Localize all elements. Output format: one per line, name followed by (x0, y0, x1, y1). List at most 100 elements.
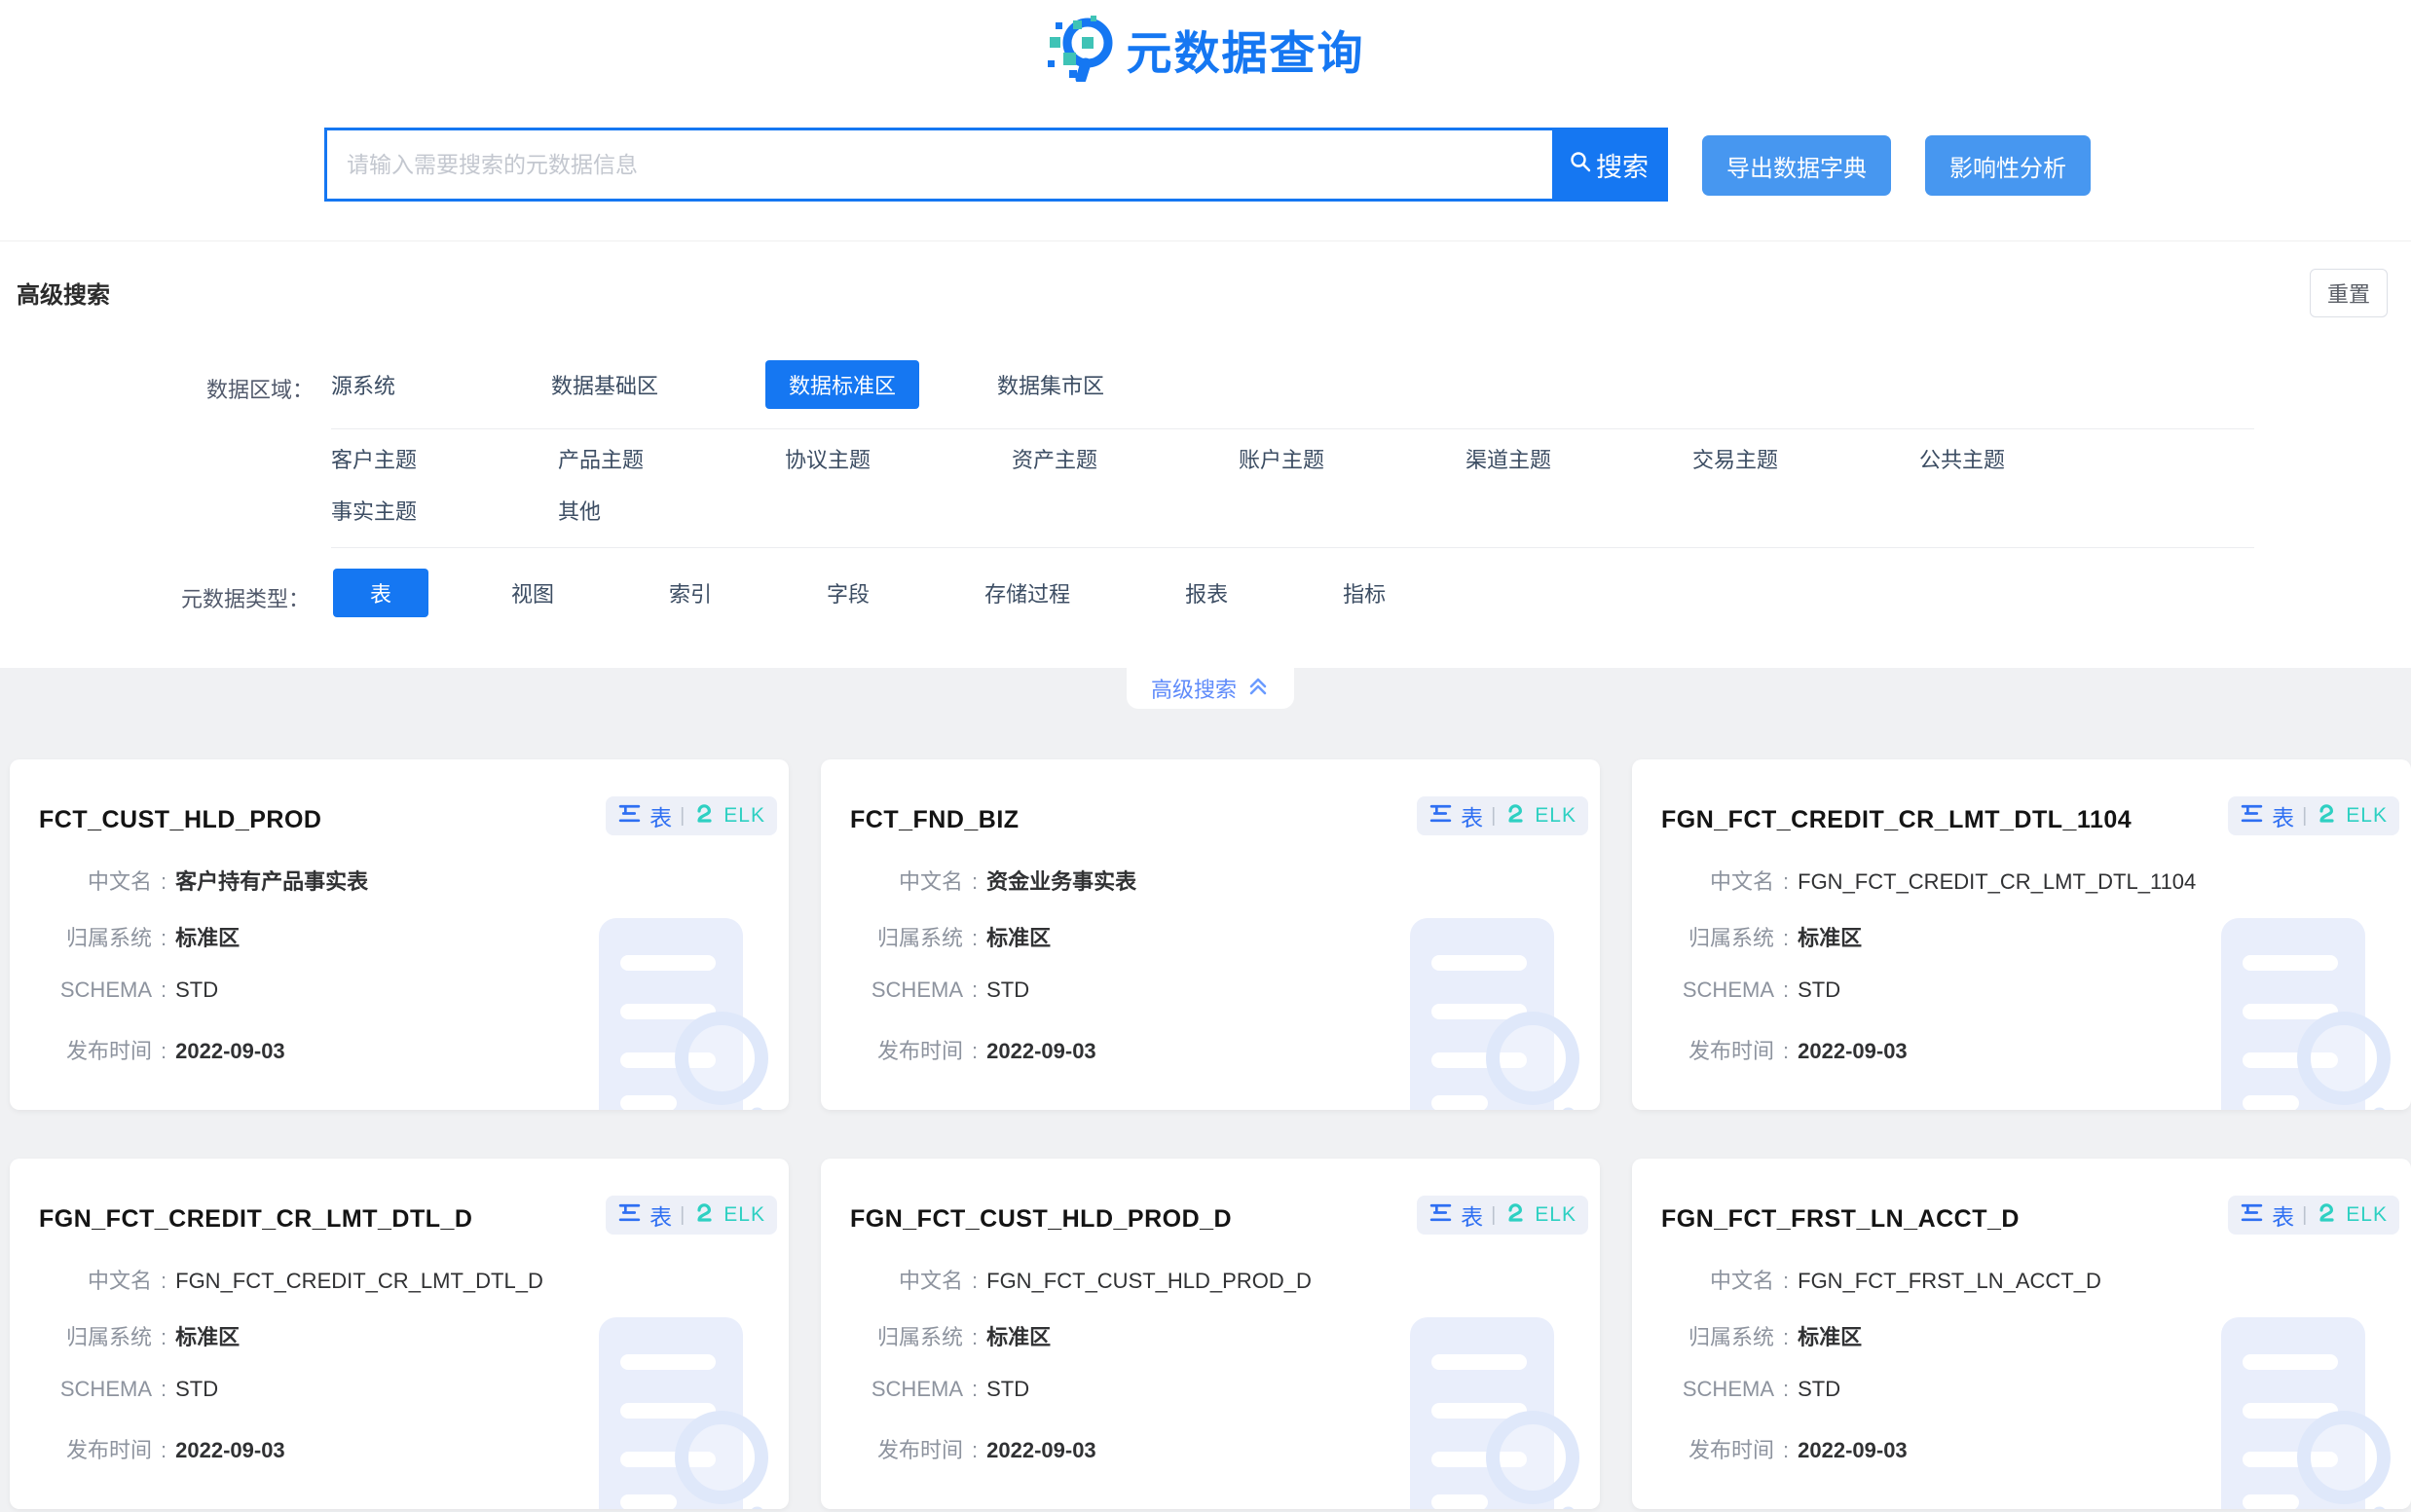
topic-option[interactable]: 客户主题 (331, 443, 558, 474)
field-chinese-name: 中文名:FGN_FCT_CREDIT_CR_LMT_DTL_D (39, 1264, 543, 1295)
data-region-options: 源系统 数据基础区 数据标准区 数据集市区 (331, 361, 1104, 408)
table-type-icon (2240, 801, 2264, 830)
field-schema: SCHEMA:STD (850, 977, 1029, 1003)
field-chinese-name: 中文名:FGN_FCT_FRST_LN_ACCT_D (1661, 1264, 2101, 1295)
card-type-badge: 表 | ELK (606, 796, 777, 835)
schema-value: STD (986, 977, 1029, 1003)
table-name: FCT_FND_BIZ (850, 806, 1020, 834)
table-badge-label: 表 (1461, 1199, 1483, 1232)
search-box: 搜索 (324, 128, 1668, 202)
topic-option[interactable]: 协议主题 (785, 443, 1012, 474)
field-chinese-name: 中文名:FGN_FCT_CREDIT_CR_LMT_DTL_1104 (1661, 865, 2196, 896)
region-option[interactable]: 数据集市区 (997, 369, 1104, 400)
metadata-card[interactable]: FGN_FCT_FRST_LN_ACCT_D 表 | ELK 中文名:FGN_F… (1632, 1159, 2411, 1509)
topic-option[interactable]: 账户主题 (1239, 443, 1465, 474)
app-logo: 元数据查询 (0, 12, 2411, 87)
type-option[interactable]: 索引 (669, 577, 712, 608)
table-name: FGN_FCT_CREDIT_CR_LMT_DTL_D (39, 1205, 472, 1234)
metadata-card[interactable]: FGN_FCT_CREDIT_CR_LMT_DTL_1104 表 | ELK 中… (1632, 759, 2411, 1110)
owning-system-value: 标准区 (986, 1320, 1051, 1351)
topic-option[interactable]: 公共主题 (1919, 443, 2146, 474)
field-owning-system: 归属系统:标准区 (850, 1320, 1051, 1351)
field-schema: SCHEMA:STD (39, 977, 218, 1003)
field-owning-system: 归属系统:标准区 (1661, 1320, 1862, 1351)
table-type-icon (2240, 1200, 2264, 1230)
topic-option[interactable]: 产品主题 (558, 443, 785, 474)
badge-divider: | (680, 805, 685, 828)
card-type-badge: 表 | ELK (2228, 796, 2399, 835)
elk-badge-label: ELK (1535, 804, 1576, 828)
elk-badge-label: ELK (2346, 804, 2388, 828)
topic-option[interactable]: 资产主题 (1012, 443, 1239, 474)
topic-option[interactable]: 交易主题 (1692, 443, 1919, 474)
table-type-icon (617, 801, 642, 830)
owning-system-value: 标准区 (986, 921, 1051, 952)
badge-divider: | (680, 1204, 685, 1227)
region-option[interactable]: 源系统 (331, 369, 395, 400)
type-option[interactable]: 指标 (1343, 577, 1386, 608)
metadata-card[interactable]: FGN_FCT_CREDIT_CR_LMT_DTL_D 表 | ELK 中文名:… (10, 1159, 789, 1509)
field-publish-date: 发布时间:2022-09-03 (39, 1433, 285, 1464)
chinese-name-value: FGN_FCT_CUST_HLD_PROD_D (986, 1269, 1312, 1294)
elk-badge-label: ELK (723, 1203, 765, 1227)
chevron-double-up-icon (1246, 674, 1270, 703)
topic-option[interactable]: 事实主题 (331, 495, 558, 526)
document-search-watermark (2221, 918, 2411, 1110)
table-name: FGN_FCT_CREDIT_CR_LMT_DTL_1104 (1661, 806, 2132, 834)
export-data-dictionary-button[interactable]: 导出数据字典 (1702, 135, 1891, 196)
schema-value: STD (175, 977, 218, 1003)
owning-system-value: 标准区 (1798, 921, 1862, 952)
advanced-search-collapse-tab[interactable]: 高级搜索 (1127, 668, 1294, 709)
table-type-icon (1428, 801, 1453, 830)
publish-date-value: 2022-09-03 (986, 1039, 1096, 1064)
field-schema: SCHEMA:STD (850, 1377, 1029, 1402)
impact-analysis-button[interactable]: 影响性分析 (1925, 135, 2091, 196)
publish-date-value: 2022-09-03 (986, 1438, 1096, 1463)
chinese-name-value: FGN_FCT_CREDIT_CR_LMT_DTL_1104 (1798, 869, 2196, 895)
table-type-icon (1428, 1200, 1453, 1230)
field-publish-date: 发布时间:2022-09-03 (850, 1034, 1096, 1065)
topic-option[interactable]: 渠道主题 (1465, 443, 1692, 474)
field-chinese-name: 中文名:FGN_FCT_CUST_HLD_PROD_D (850, 1264, 1312, 1295)
field-owning-system: 归属系统:标准区 (39, 1320, 240, 1351)
field-schema: SCHEMA:STD (1661, 977, 1840, 1003)
elk-icon (1503, 1201, 1527, 1230)
elk-icon (2315, 802, 2338, 830)
lineage-dna-icon[interactable] (691, 1013, 738, 1052)
elk-badge-label: ELK (1535, 1203, 1576, 1227)
field-schema: SCHEMA:STD (1661, 1377, 1840, 1402)
search-button[interactable]: 搜索 (1552, 130, 1665, 199)
document-search-watermark (1410, 918, 1600, 1110)
document-search-watermark (1410, 1317, 1600, 1509)
region-option[interactable]: 数据基础区 (551, 369, 658, 400)
type-option[interactable]: 报表 (1185, 577, 1228, 608)
type-option-selected[interactable]: 表 (333, 569, 428, 617)
type-option[interactable]: 视图 (511, 577, 554, 608)
metadata-card[interactable]: FGN_FCT_CUST_HLD_PROD_D 表 | ELK 中文名:FGN_… (821, 1159, 1600, 1509)
collapse-tab-label: 高级搜索 (1151, 673, 1237, 704)
type-option[interactable]: 存储过程 (984, 577, 1070, 608)
chinese-name-value: FGN_FCT_CREDIT_CR_LMT_DTL_D (175, 1269, 543, 1294)
badge-divider: | (2302, 1204, 2307, 1227)
elk-icon (1503, 802, 1527, 830)
card-type-badge: 表 | ELK (1417, 796, 1588, 835)
field-owning-system: 归属系统:标准区 (1661, 921, 1862, 952)
metadata-card[interactable]: FCT_CUST_HLD_PROD 表 | ELK 中文名:客户持有产品事实表 … (10, 759, 789, 1110)
elk-icon (2315, 1201, 2338, 1230)
field-chinese-name: 中文名:资金业务事实表 (850, 865, 1136, 896)
schema-value: STD (1798, 1377, 1840, 1402)
topic-option[interactable]: 其他 (558, 495, 785, 526)
data-region-label: 数据区域： (206, 373, 314, 404)
region-option-selected[interactable]: 数据标准区 (765, 360, 919, 409)
field-owning-system: 归属系统:标准区 (850, 921, 1051, 952)
field-schema: SCHEMA:STD (39, 1377, 218, 1402)
reset-button[interactable]: 重置 (2310, 269, 2388, 317)
type-option[interactable]: 字段 (827, 577, 870, 608)
document-search-watermark (599, 1317, 789, 1509)
metadata-card[interactable]: FCT_FND_BIZ 表 | ELK 中文名:资金业务事实表 归属系统:标准区… (821, 759, 1600, 1110)
table-badge-label: 表 (2272, 799, 2294, 832)
badge-divider: | (1491, 1204, 1496, 1227)
table-type-icon (617, 1200, 642, 1230)
search-input[interactable] (327, 130, 1552, 199)
schema-value: STD (986, 1377, 1029, 1402)
